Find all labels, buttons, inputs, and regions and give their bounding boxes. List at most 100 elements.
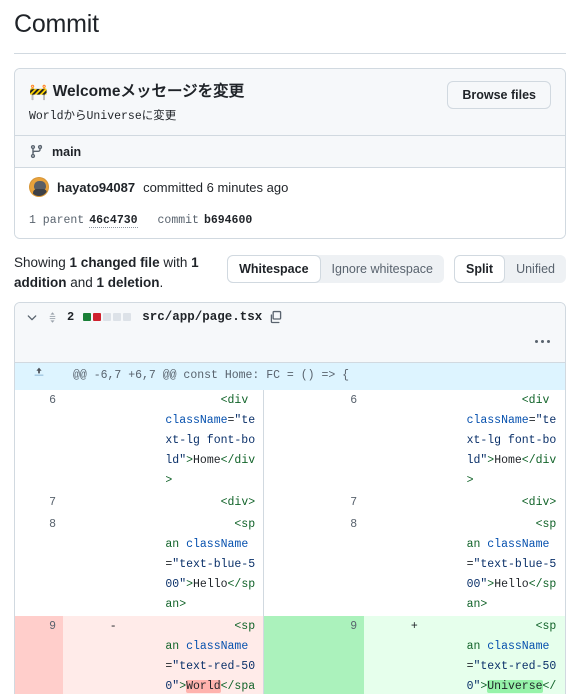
avatar[interactable] (29, 177, 49, 198)
code-token: > (186, 454, 194, 468)
code-token: = (528, 414, 536, 428)
branch-name[interactable]: main (52, 145, 81, 159)
word-diff-del: World (186, 680, 221, 694)
summary-changed-files: 1 changed file (69, 255, 160, 271)
whitespace-option[interactable]: Whitespace (227, 255, 321, 284)
commit-header-left: 🚧 Welcomeメッセージを変更 WorldからUniverseに変更 (29, 81, 435, 125)
branch-row: main (15, 135, 565, 168)
diff-marker-right (364, 514, 464, 616)
line-number-right[interactable]: 7 (264, 492, 364, 514)
file-header: 2 src/app/page.tsx (15, 303, 565, 332)
ignore-whitespace-option[interactable]: Ignore whitespace (321, 255, 444, 283)
summary-with: with (159, 255, 192, 271)
summary-prefix: Showing (14, 255, 70, 271)
sha-row: 1 parent 46c4730 commit b694600 (15, 206, 565, 239)
diff-stat-blocks (83, 313, 132, 322)
diff-row-context: 7 <div> 7 <div> (15, 492, 565, 515)
summary-suffix: . (159, 274, 164, 290)
code-cell-left: <div className="text-lg font-bold">Home<… (163, 390, 265, 493)
title-divider (14, 53, 566, 54)
code-token: Home (494, 454, 522, 468)
drag-handle-icon[interactable] (46, 311, 59, 324)
file-options-row (15, 331, 565, 364)
browse-files-button[interactable]: Browse files (447, 81, 551, 109)
code-token: <div> (521, 496, 557, 510)
commit-title-row: 🚧 Welcomeメッセージを変更 (29, 82, 435, 102)
diff-row-change: 9- <span className="text-red-500">World<… (15, 616, 565, 694)
code-token: > (186, 578, 194, 592)
diff-stat-block-add (83, 313, 92, 322)
commit-header: 🚧 Welcomeメッセージを変更 WorldからUniverseに変更 Bro… (15, 69, 565, 136)
diff-stat-block-empty (123, 313, 132, 322)
hunk-header-row: @@ -6,7 +6,7 @@ const Home: FC = () => { (15, 363, 565, 391)
diff-stat-block-empty (103, 313, 112, 322)
code-token: Home (193, 454, 221, 468)
diff-summary-row: Showing 1 changed file with 1 addition a… (14, 253, 566, 292)
code-cell-right: <span className="text-blue-500">Hello</s… (465, 514, 565, 616)
commit-sha: b694600 (203, 214, 253, 228)
line-number-left[interactable]: 6 (15, 390, 63, 492)
parent-sha-link[interactable]: 46c4730 (89, 214, 138, 229)
view-toggle-group: Split Unified (453, 255, 566, 284)
whitespace-toggle-group: Whitespace Ignore whitespace (227, 255, 444, 284)
word-diff-add: Universe (487, 680, 543, 694)
diff-toolbar: Whitespace Ignore whitespace Split Unifi… (227, 253, 566, 284)
diff-stat-block-empty (113, 313, 122, 322)
code-token: Hello (494, 578, 529, 592)
line-number-left[interactable]: 8 (15, 514, 63, 616)
line-number-right[interactable]: 8 (264, 514, 364, 616)
commit-title: Welcomeメッセージを変更 (52, 83, 245, 100)
diff-marker-left (63, 492, 163, 514)
code-token: className (179, 538, 249, 552)
summary-and: and (66, 274, 97, 290)
construction-emoji-icon: 🚧 (29, 83, 48, 101)
chevron-down-icon[interactable] (25, 310, 39, 324)
code-token: className (480, 538, 550, 552)
diff-row-context: 6 <div className="text-lg font-bold">Hom… (15, 390, 565, 493)
commit-card: 🚧 Welcomeメッセージを変更 WorldからUniverseに変更 Bro… (14, 68, 566, 240)
line-number-left[interactable]: 9 (15, 616, 63, 694)
code-token: className (480, 640, 550, 654)
file-path[interactable]: src/app/page.tsx (142, 310, 262, 324)
hunk-header-text: @@ -6,7 +6,7 @@ const Home: FC = () => { (63, 363, 565, 391)
unified-view-option[interactable]: Unified (505, 255, 566, 283)
diff-marker-left (63, 514, 163, 616)
line-number-right[interactable]: 6 (264, 390, 364, 492)
code-cell-right: <div> (465, 492, 565, 514)
code-token: <div> (220, 496, 256, 510)
diff-body: @@ -6,7 +6,7 @@ const Home: FC = () => { (15, 363, 565, 391)
author-name[interactable]: hayato94087 (57, 180, 135, 195)
code-cell-left: <span className="text-red-500">World</sp… (163, 616, 265, 694)
parent-label: 1 parent (29, 214, 85, 228)
diff-marker-left (63, 390, 163, 492)
split-view-option[interactable]: Split (453, 255, 506, 284)
code-token: Hello (193, 578, 228, 592)
git-branch-icon (30, 145, 43, 159)
code-cell-left: <span className="text-blue-500">Hello</s… (163, 514, 265, 617)
commit-description: WorldからUniverseに変更 (29, 110, 177, 124)
copy-path-icon[interactable] (269, 310, 283, 324)
expand-up-button[interactable] (15, 363, 63, 391)
diff-marker-right (364, 390, 464, 492)
diff-rows: 6 <div className="text-lg font-bold">Hom… (15, 390, 565, 694)
code-token: <div (521, 394, 550, 408)
line-number-left[interactable]: 7 (15, 492, 63, 514)
code-cell-right: <div className="text-lg font-bold">Home<… (465, 390, 565, 492)
file-change-count: 2 (67, 310, 75, 325)
commit-page: Commit 🚧 Welcomeメッセージを変更 WorldからUniverse… (0, 0, 580, 694)
line-number-right[interactable]: 9 (263, 616, 365, 694)
code-cell-left: <div> (163, 492, 265, 515)
summary-deletions: 1 deletion (96, 274, 160, 290)
diff-table: @@ -6,7 +6,7 @@ const Home: FC = () => {… (15, 363, 565, 694)
commit-label: commit (157, 214, 199, 228)
diff-marker-left: - (63, 616, 164, 694)
kebab-menu-icon[interactable] (532, 337, 553, 346)
